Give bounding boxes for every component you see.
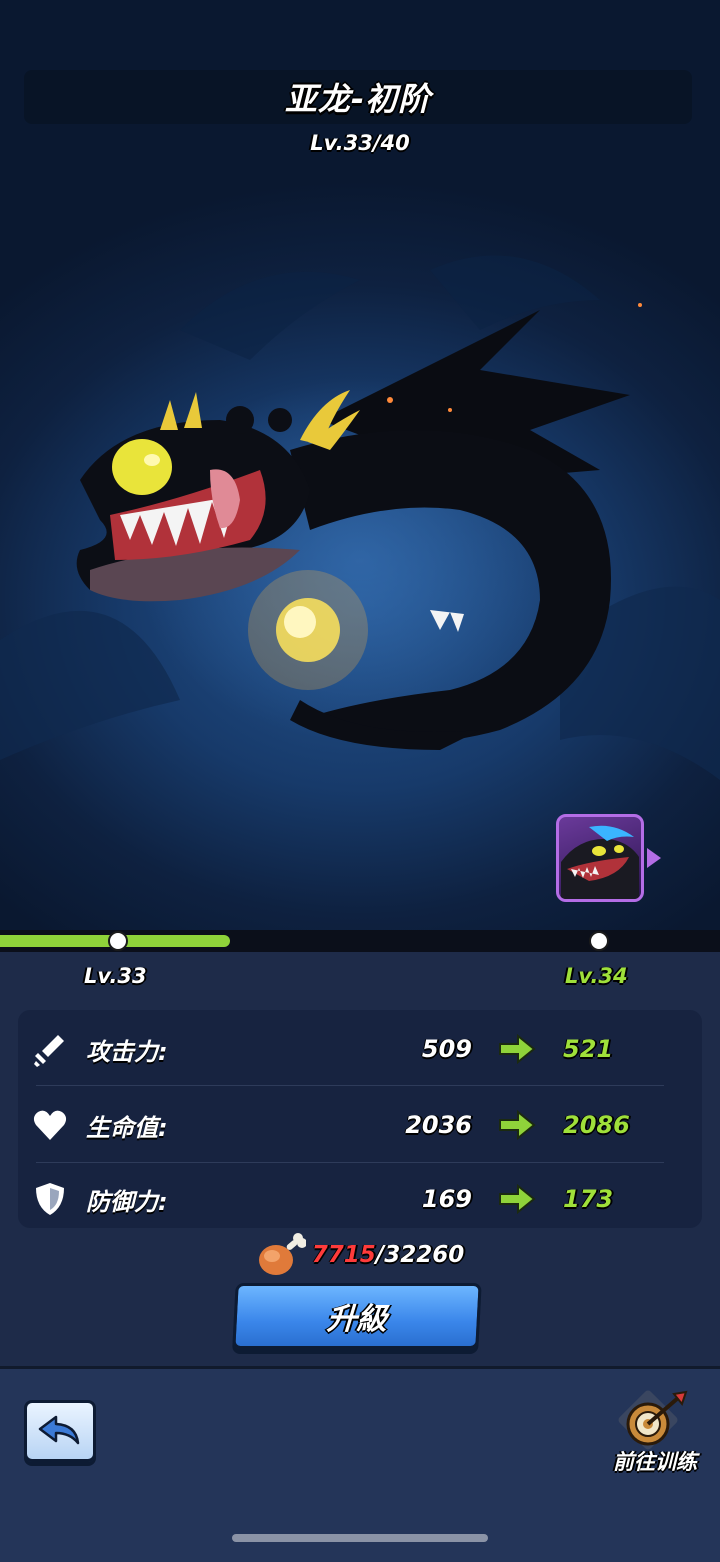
stat-name: 生命值: [86, 1113, 168, 1142]
target-icon [618, 1390, 688, 1450]
meat-icon [258, 1233, 306, 1275]
title-bar: 亚龙-初阶 [24, 70, 692, 124]
stat-row-attack: 攻击力: 509 521 [18, 1012, 702, 1086]
go-train-label: 前往训练 [613, 1450, 697, 1474]
dragon-illustration [76, 303, 642, 750]
next-level-label: Lv.34 [565, 964, 628, 988]
stat-next-value: 521 [563, 1035, 614, 1063]
back-arrow-icon [38, 1415, 80, 1445]
cost-have: 7715 [311, 1242, 376, 1268]
pet-name: 亚龙-初阶 [284, 80, 432, 118]
stat-name: 攻击力: [86, 1037, 168, 1066]
stat-name: 防御力: [86, 1187, 168, 1216]
pet-level-text: Lv.33/40 [310, 131, 410, 155]
arrow-right-icon [499, 1110, 536, 1140]
back-button[interactable] [24, 1400, 96, 1462]
arrow-right-icon [499, 1184, 536, 1214]
progress-knob-current [108, 931, 128, 951]
go-train-button[interactable]: 前往训练 [600, 1388, 710, 1478]
stat-row-defense: 防御力: 169 173 [18, 1162, 702, 1236]
current-level-label: Lv.33 [84, 964, 147, 988]
heart-icon [33, 1110, 67, 1140]
stat-row-hp: 生命值: 2036 2086 [18, 1088, 702, 1162]
stat-next-value: 173 [563, 1185, 614, 1213]
cost-separator: / [375, 1242, 385, 1268]
home-indicator [232, 1534, 488, 1542]
stat-current-value: 169 [421, 1185, 472, 1213]
portrait-pointer-icon [647, 848, 661, 868]
stat-divider [36, 1085, 664, 1086]
arrow-right-icon [499, 1034, 536, 1064]
cost-need: 32260 [384, 1242, 465, 1268]
upgrade-button[interactable]: 升級 [232, 1283, 482, 1349]
stat-next-value: 2086 [563, 1111, 630, 1139]
shield-icon [36, 1183, 64, 1215]
next-evolution-portrait[interactable] [556, 814, 644, 902]
evolved-dragon-portrait-icon [561, 825, 639, 899]
progress-knob-next [589, 931, 609, 951]
stat-current-value: 509 [421, 1035, 472, 1063]
sword-icon [34, 1035, 64, 1067]
stat-current-value: 2036 [405, 1111, 472, 1139]
upgrade-cost: 7715/32260 [0, 1232, 720, 1278]
